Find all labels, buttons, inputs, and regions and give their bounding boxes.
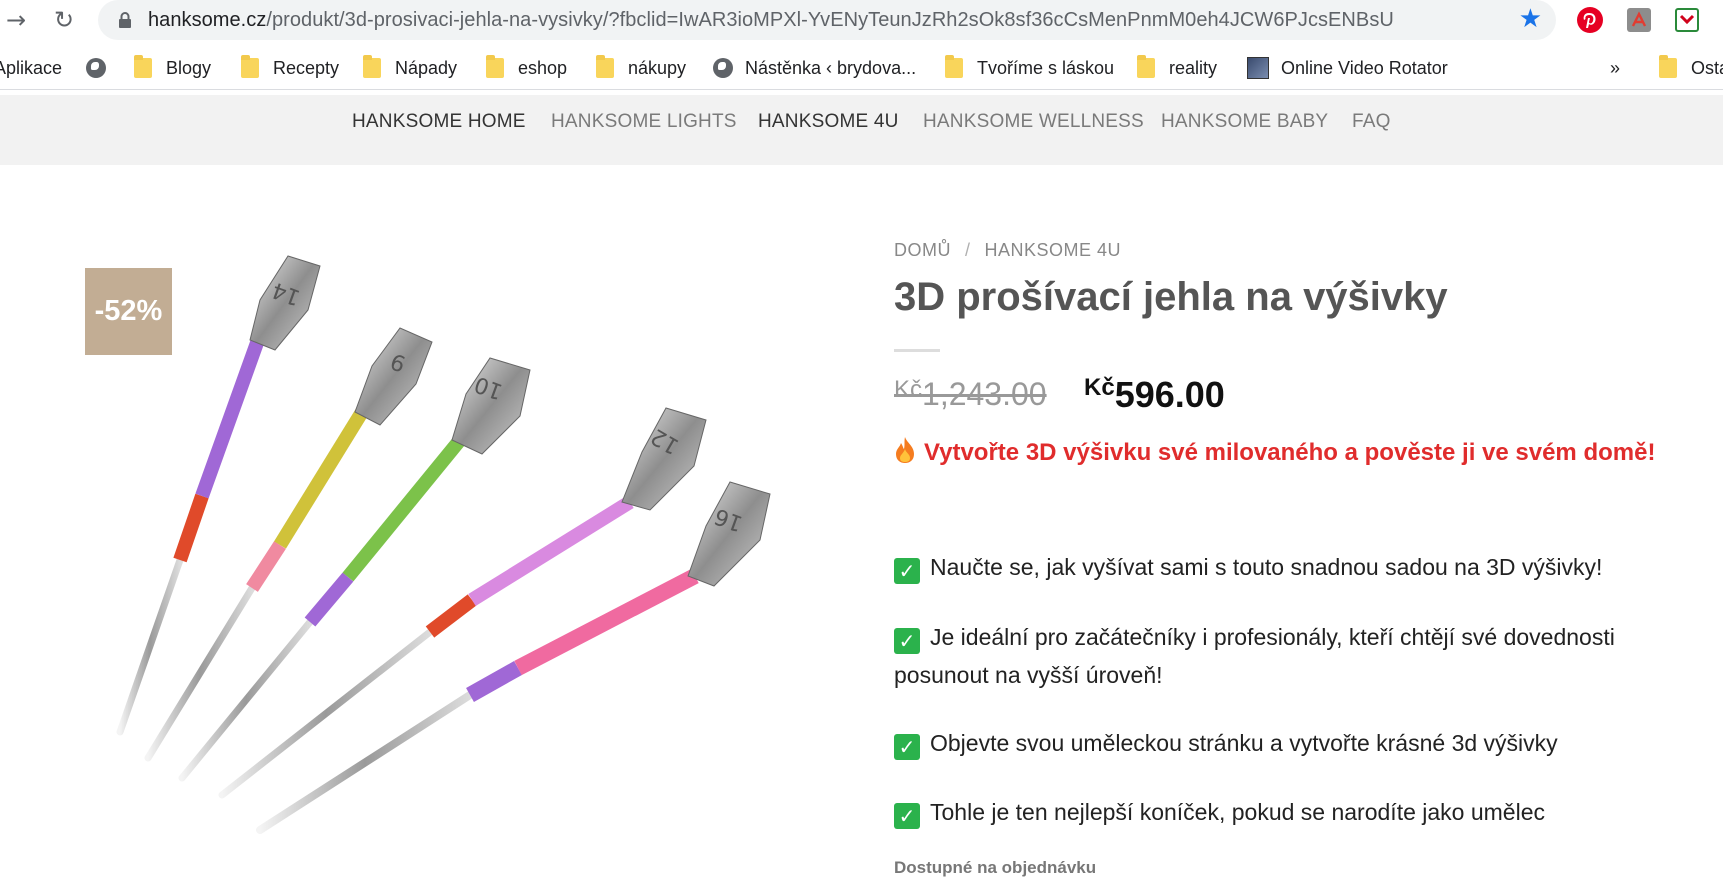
sale-price: Kč596.00 [1084,374,1225,416]
feature-text: Je ideální pro začátečníky i profesionál… [894,624,1615,688]
feature-item: ✓ Naučte se, jak vyšívat sami s touto sna… [894,548,1694,586]
pocket-extension-icon[interactable] [1673,6,1701,34]
lock-icon [119,12,131,28]
feature-item: ✓ Tohle je ten nejlepší koníček, pokud se… [894,793,1694,831]
check-icon: ✓ [894,558,920,584]
feature-item: ✓ Objevte svou uměleckou stránku a vytvoř… [894,724,1694,762]
url-text[interactable]: hanksome.cz/produkt/3d-prosivaci-jehla-n… [148,9,1394,32]
feature-text: Tohle je ten nejlepší koníček, pokud se … [930,799,1545,825]
bookmark-label: Ostatn [1691,57,1723,78]
bookmarks-overflow-button[interactable]: » [1610,56,1620,80]
nav-faq[interactable]: FAQ [1352,111,1391,133]
pdf-extension-icon[interactable] [1625,6,1653,34]
bookmark-napady[interactable]: Nápady [363,55,458,80]
feature-text: Objevte svou uměleckou stránku a vytvořt… [930,730,1558,756]
bookmark-star-icon[interactable]: ★ [1519,5,1542,33]
old-price: Kč1,243.00 [894,376,1047,413]
bookmark-tvorime[interactable]: Tvoříme s láskou [945,55,1115,80]
currency-symbol: Kč [894,376,923,403]
bookmark-label: Nástěnka ‹ brydova... [745,57,917,78]
breadcrumb-category-link[interactable]: HANKSOME 4U [985,240,1122,260]
needle-16: 16 [256,481,771,834]
bookmark-nastenka[interactable]: Nástěnka ‹ brydova... [713,56,916,80]
site-navigation: HANKSOME HOME HANKSOME LIGHTS HANKSOME 4… [0,95,1723,165]
bookmark-label: Recepty [273,57,340,78]
folder-icon [1659,55,1677,78]
promo-label: Vytvořte 3D výšivku své milovaného a pov… [924,439,1656,466]
check-icon: ✓ [894,734,920,760]
check-icon: ✓ [894,803,920,829]
bookmark-video-rotator[interactable]: Online Video Rotator [1247,56,1448,80]
reload-icon[interactable]: ↻ [50,6,78,34]
bookmark-label: Tvoříme s láskou [977,57,1115,78]
bookmark-label: Nápady [395,57,458,78]
folder-icon [945,55,963,78]
discount-badge: -52% [85,268,172,355]
bookmark-blogy[interactable]: Blogy [134,55,212,80]
bookmark-label: eshop [518,57,568,78]
sale-price-value: 596.00 [1114,374,1225,415]
globe-icon [86,58,106,78]
globe-icon [713,58,733,78]
fire-icon [896,437,914,463]
folder-icon [1137,55,1155,78]
nav-hanksome-home[interactable]: HANKSOME HOME [352,111,526,133]
title-divider [894,349,940,352]
url-path: /produkt/3d-prosivaci-jehla-na-vysivky/?… [266,9,1394,31]
feature-item: ✓ Je ideální pro začátečníky i profesioná… [894,618,1694,694]
folder-icon [596,55,614,78]
address-bar[interactable]: hanksome.cz/produkt/3d-prosivaci-jehla-n… [98,0,1556,40]
availability-status: Dostupné na objednávku [894,858,1097,877]
folder-icon [134,55,152,78]
folder-icon [486,55,504,78]
nav-hanksome-wellness[interactable]: HANKSOME WELLNESS [923,111,1144,133]
forward-arrow-icon[interactable]: → [2,6,30,34]
product-title: 3D prošívací jehla na výšivky [894,275,1448,319]
bookmark-eshop[interactable]: eshop [486,55,568,80]
breadcrumb-separator: / [965,240,971,260]
feature-text: Naučte se, jak vyšívat sami s touto snad… [930,554,1603,580]
breadcrumb-home-link[interactable]: DOMŮ [894,240,951,260]
bookmark-label: reality [1169,57,1218,78]
currency-symbol: Kč [1084,374,1115,401]
bookmark-apps[interactable]: Aplikace [0,56,62,80]
url-host: hanksome.cz [148,9,267,31]
folder-icon [241,55,259,78]
browser-toolbar: → ↻ hanksome.cz/produkt/3d-prosivaci-jeh… [0,0,1723,42]
overflow-chevron-icon: » [1610,57,1621,78]
bookmark-recepty[interactable]: Recepty [241,55,340,80]
nav-hanksome-4u[interactable]: HANKSOME 4U [758,111,899,133]
bookmark-label: Aplikace [0,57,63,78]
bookmark-other[interactable]: Ostatn [1659,55,1723,80]
old-price-value: 1,243.00 [922,376,1047,412]
nav-hanksome-baby[interactable]: HANKSOME BABY [1161,111,1328,133]
bookmark-label: nákupy [628,57,687,78]
video-rotator-icon [1247,57,1269,79]
nav-hanksome-lights[interactable]: HANKSOME LIGHTS [551,111,737,133]
product-image[interactable]: 14 9 10 12 16 [110,240,850,840]
bookmark-globe[interactable] [86,56,118,80]
promo-text: Vytvořte 3D výšivku své milovaného a pov… [894,432,1694,474]
bookmark-reality[interactable]: reality [1137,55,1218,80]
pinterest-icon[interactable] [1576,6,1604,34]
folder-icon [363,55,381,78]
breadcrumb: DOMŮ / HANKSOME 4U [894,240,1121,261]
bookmarks-bar: Aplikace Blogy Recepty Nápady eshop náku… [0,46,1723,90]
bookmark-label: Online Video Rotator [1281,57,1448,78]
bookmark-nakupy[interactable]: nákupy [596,55,687,80]
check-icon: ✓ [894,628,920,654]
bookmark-label: Blogy [166,57,212,78]
